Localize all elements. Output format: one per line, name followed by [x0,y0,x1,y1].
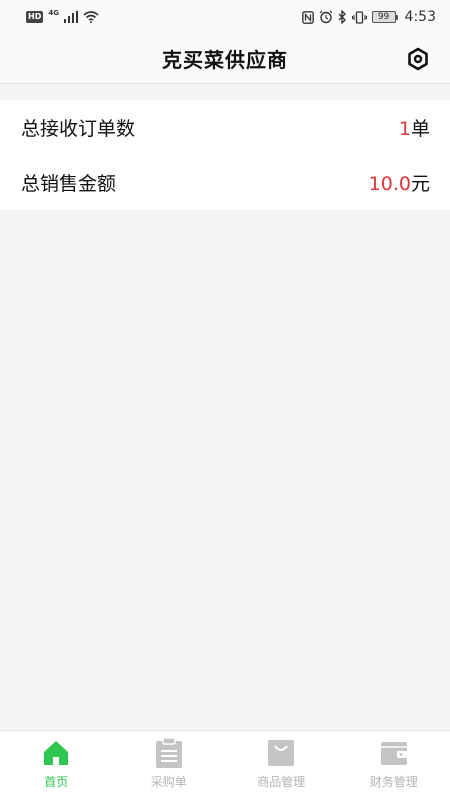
battery-indicator: 99 [371,11,398,23]
status-bar-right: 99 4:53 [301,9,436,25]
shopping-bag-icon [267,738,295,768]
clock: 4:53 [404,9,436,25]
stats-card: 总接收订单数 1单 总销售金额 10.0元 [0,100,450,210]
settings-icon [408,47,428,71]
network-type: 4G [48,9,59,17]
tab-label: 采购单 [150,775,187,789]
tab-label: 首页 [44,775,69,789]
tab-product-management[interactable]: 商品管理 [225,731,338,800]
status-bar-left: HD 4G [26,9,99,23]
signal-icon [63,11,78,23]
wifi-icon [83,11,99,23]
wallet-icon [380,738,408,768]
tab-purchase-orders[interactable]: 采购单 [113,731,226,800]
stat-label: 总销售金额 [21,173,117,195]
status-bar: HD 4G 99 4:53 [0,0,450,34]
bottom-tab-bar: 首页 采购单 商品管理 财务管理 [0,730,450,800]
vibrate-icon [351,10,367,24]
hd-badge: HD [26,11,44,23]
settings-button[interactable] [404,45,432,73]
bluetooth-icon [338,10,346,24]
page-title: 克买菜供应商 [162,48,288,72]
stat-number: 1 [398,118,411,140]
stat-unit: 单 [410,118,430,140]
stat-row-total-sales: 总销售金额 10.0元 [0,155,450,210]
nfc-icon [301,10,314,24]
tab-label: 商品管理 [257,775,306,789]
app-header: 克买菜供应商 [0,34,450,84]
battery-tip [395,14,398,20]
tab-finance-management[interactable]: 财务管理 [338,731,450,800]
stat-unit: 元 [410,173,430,195]
tab-label: 财务管理 [369,775,418,789]
stat-label: 总接收订单数 [21,118,136,140]
stat-row-total-orders: 总接收订单数 1单 [0,100,450,155]
stat-number: 10.0 [368,173,411,195]
tab-home[interactable]: 首页 [0,731,113,800]
home-icon [42,738,70,768]
stat-value: 10.0元 [369,169,430,196]
stat-value: 1单 [399,114,430,141]
battery-level: 99 [371,11,396,23]
alarm-icon [319,10,332,24]
clipboard-icon [155,738,183,768]
